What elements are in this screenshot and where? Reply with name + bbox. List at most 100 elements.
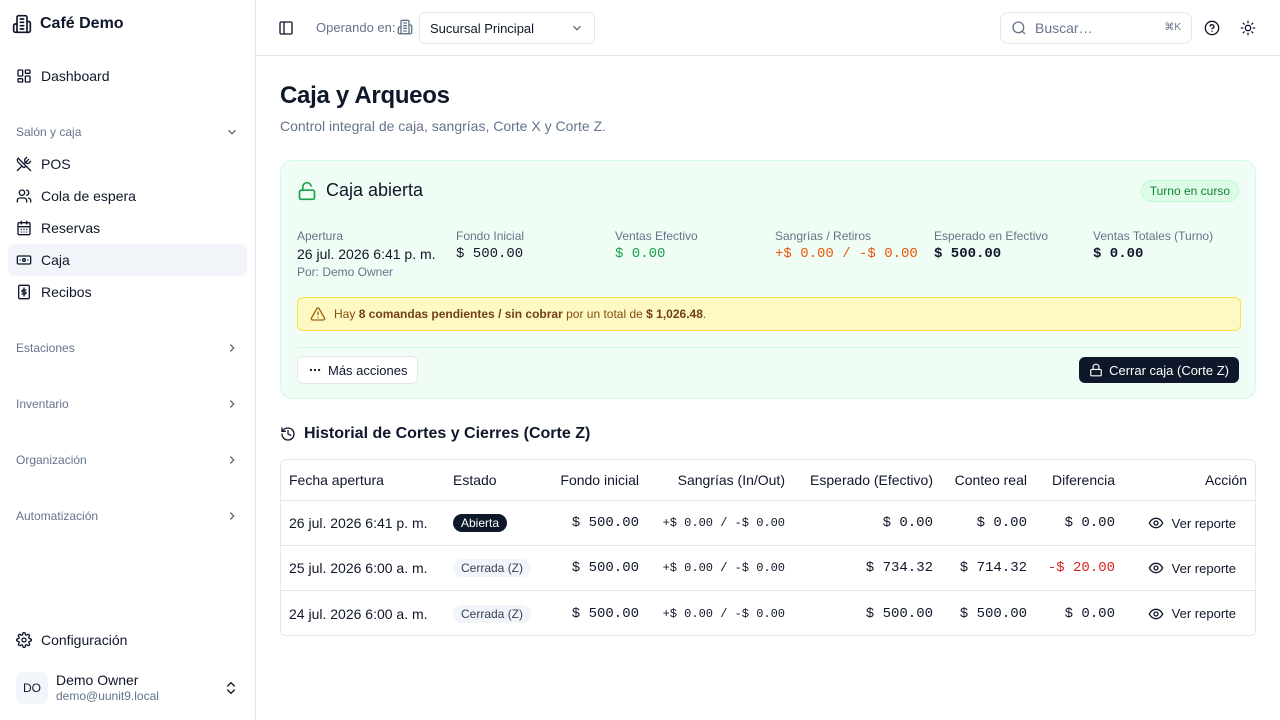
stat-value: 26 jul. 2026 6:41 p. m.: [297, 246, 436, 262]
lock-icon: [1090, 363, 1102, 377]
sidebar: Café Demo Dashboard Salón y caja POS Col…: [0, 0, 256, 720]
stat-sub: Por: Demo Owner: [297, 265, 394, 279]
branch-select-value: Sucursal Principal: [430, 20, 535, 36]
column-header: Esperado (Efectivo): [810, 472, 933, 488]
avatar: DO: [16, 672, 48, 704]
users-icon: [16, 189, 32, 203]
cell-fund: $ 500.00: [571, 560, 639, 576]
sidebar-group-organizacion[interactable]: Organización: [8, 448, 247, 472]
eye-icon: [1148, 517, 1164, 529]
branch-select[interactable]: Sucursal Principal: [419, 12, 595, 44]
brand-name: Café Demo: [40, 15, 124, 32]
view-report-button[interactable]: Ver reporte: [1148, 606, 1236, 622]
column-header: Estado: [453, 472, 497, 488]
column-header: Acción: [1204, 472, 1247, 488]
stat-expected: Esperado en Efectivo $ 500.00: [934, 229, 1048, 262]
sun-icon[interactable]: [1240, 20, 1256, 36]
search-input[interactable]: [1035, 20, 1145, 36]
chevron-right-icon: [229, 456, 235, 464]
alert-text: Hay 8 comandas pendientes / sin cobrar p…: [334, 307, 707, 321]
sidebar-item-cola[interactable]: Cola de espera: [8, 180, 247, 212]
sidebar-item-recibos[interactable]: Recibos: [8, 276, 247, 308]
table-header-row: Fecha apertura Estado Fondo inicial Sang…: [281, 460, 1255, 501]
sidebar-group-estaciones[interactable]: Estaciones: [8, 336, 247, 360]
stat-cash-sales: Ventas Efectivo $ 0.00: [615, 229, 698, 262]
button-label: Más acciones: [328, 362, 408, 378]
divider: [297, 347, 1241, 348]
status-badge: Turno en curso: [1140, 180, 1239, 202]
gear-icon: [16, 632, 32, 648]
page-title: Caja y Arqueos: [280, 82, 450, 109]
chevron-down-icon: [573, 25, 581, 31]
cell-counted: $ 500.00: [959, 605, 1027, 622]
sidebar-item-configuracion[interactable]: Configuración: [8, 624, 247, 656]
table-row: 25 jul. 2026 6:00 a. m. Cerrada (Z) $ 50…: [281, 546, 1255, 591]
sidebar-group-label: Salón y caja: [16, 125, 82, 139]
cell-sangrias: +$ 0.00 / -$ 0.00: [662, 606, 785, 621]
sidebar-group-inventario[interactable]: Inventario: [8, 392, 247, 416]
eye-icon: [1148, 562, 1164, 574]
cell-fund: $ 500.00: [571, 605, 639, 622]
lock-open-icon: [298, 181, 316, 200]
stat-label: Ventas Totales (Turno): [1093, 229, 1214, 243]
cell-expected: $ 734.32: [865, 560, 933, 576]
ellipsis-icon: [309, 368, 321, 372]
sidebar-item-label: Reservas: [41, 220, 101, 236]
cell-date: 24 jul. 2026 6:00 a. m.: [289, 605, 428, 622]
sidebar-group-label: Organización: [16, 453, 87, 467]
sidebar-item-reservas[interactable]: Reservas: [8, 212, 247, 244]
cell-expected: $ 500.00: [865, 605, 933, 622]
button-label: Ver reporte: [1171, 515, 1236, 531]
history-table: Fecha apertura Estado Fondo inicial Sang…: [280, 459, 1256, 636]
column-header: Diferencia: [1051, 472, 1115, 488]
search-box[interactable]: ⌘K: [1000, 12, 1192, 44]
cell-diff: $ 0.00: [1064, 515, 1115, 531]
button-label: Cerrar caja (Corte Z): [1109, 362, 1229, 378]
button-label: Ver reporte: [1171, 560, 1236, 576]
button-label: Ver reporte: [1171, 606, 1236, 621]
view-report-button[interactable]: Ver reporte: [1148, 515, 1236, 531]
sidebar-item-pos[interactable]: POS: [8, 148, 247, 180]
stat-withdrawals: Sangrías / Retiros +$ 0.00 / -$ 0.00: [775, 229, 918, 262]
more-actions-button[interactable]: Más acciones: [297, 356, 419, 384]
stat-value: +$ 0.00 / -$ 0.00: [775, 246, 918, 262]
stat-label: Esperado en Efectivo: [934, 229, 1049, 243]
table-row: 24 jul. 2026 6:00 a. m. Cerrada (Z) $ 50…: [281, 591, 1255, 636]
cell-counted: $ 0.00: [976, 515, 1027, 531]
sidebar-item-dashboard[interactable]: Dashboard: [8, 60, 247, 92]
stat-value: $ 0.00: [615, 246, 666, 262]
history-title-text: Historial de Cortes y Cierres (Corte Z): [304, 425, 591, 442]
cell-expected: $ 0.00: [882, 515, 933, 531]
close-register-button[interactable]: Cerrar caja (Corte Z): [1079, 357, 1239, 383]
cell-date: 26 jul. 2026 6:41 p. m.: [289, 515, 428, 531]
stat-value: $ 0.00: [1093, 246, 1144, 262]
brand[interactable]: Café Demo: [12, 14, 124, 34]
cell-fund: $ 500.00: [571, 515, 639, 531]
sidebar-item-label: Configuración: [41, 632, 128, 648]
cash-card-header: Caja abierta: [297, 180, 423, 201]
stat-total-sales: Ventas Totales (Turno) $ 0.00: [1093, 229, 1213, 262]
warning-icon: [310, 307, 326, 321]
dashboard-icon: [17, 69, 31, 83]
cell-date: 25 jul. 2026 6:00 a. m.: [289, 560, 428, 576]
chevron-right-icon: [229, 512, 235, 520]
page-subtitle: Control integral de caja, sangrías, Cort…: [280, 118, 607, 134]
sidebar-group-label: Automatización: [16, 509, 99, 523]
cell-diff: $ 0.00: [1064, 605, 1115, 622]
sidebar-group-salon[interactable]: Salón y caja: [8, 120, 247, 144]
sidebar-group-automatizacion[interactable]: Automatización: [8, 504, 247, 528]
user-menu[interactable]: DO Demo Owner demo@uunit9.local: [8, 668, 247, 708]
view-report-button[interactable]: Ver reporte: [1148, 560, 1236, 576]
cell-diff: -$ 20.00: [1047, 560, 1115, 576]
column-header: Conteo real: [954, 472, 1027, 488]
sidebar-toggle-icon[interactable]: [278, 20, 294, 36]
stat-label: Ventas Efectivo: [615, 229, 698, 243]
sidebar-item-label: Cola de espera: [41, 188, 136, 204]
cash-status-card: Caja abierta Turno en curso Apertura 26 …: [280, 160, 1256, 399]
sidebar-item-caja[interactable]: Caja: [8, 244, 247, 276]
chevron-right-icon: [229, 400, 235, 408]
eye-icon: [1148, 608, 1164, 619]
help-icon[interactable]: [1204, 20, 1220, 36]
chevron-right-icon: [229, 344, 235, 352]
receipt-icon: [18, 284, 30, 300]
